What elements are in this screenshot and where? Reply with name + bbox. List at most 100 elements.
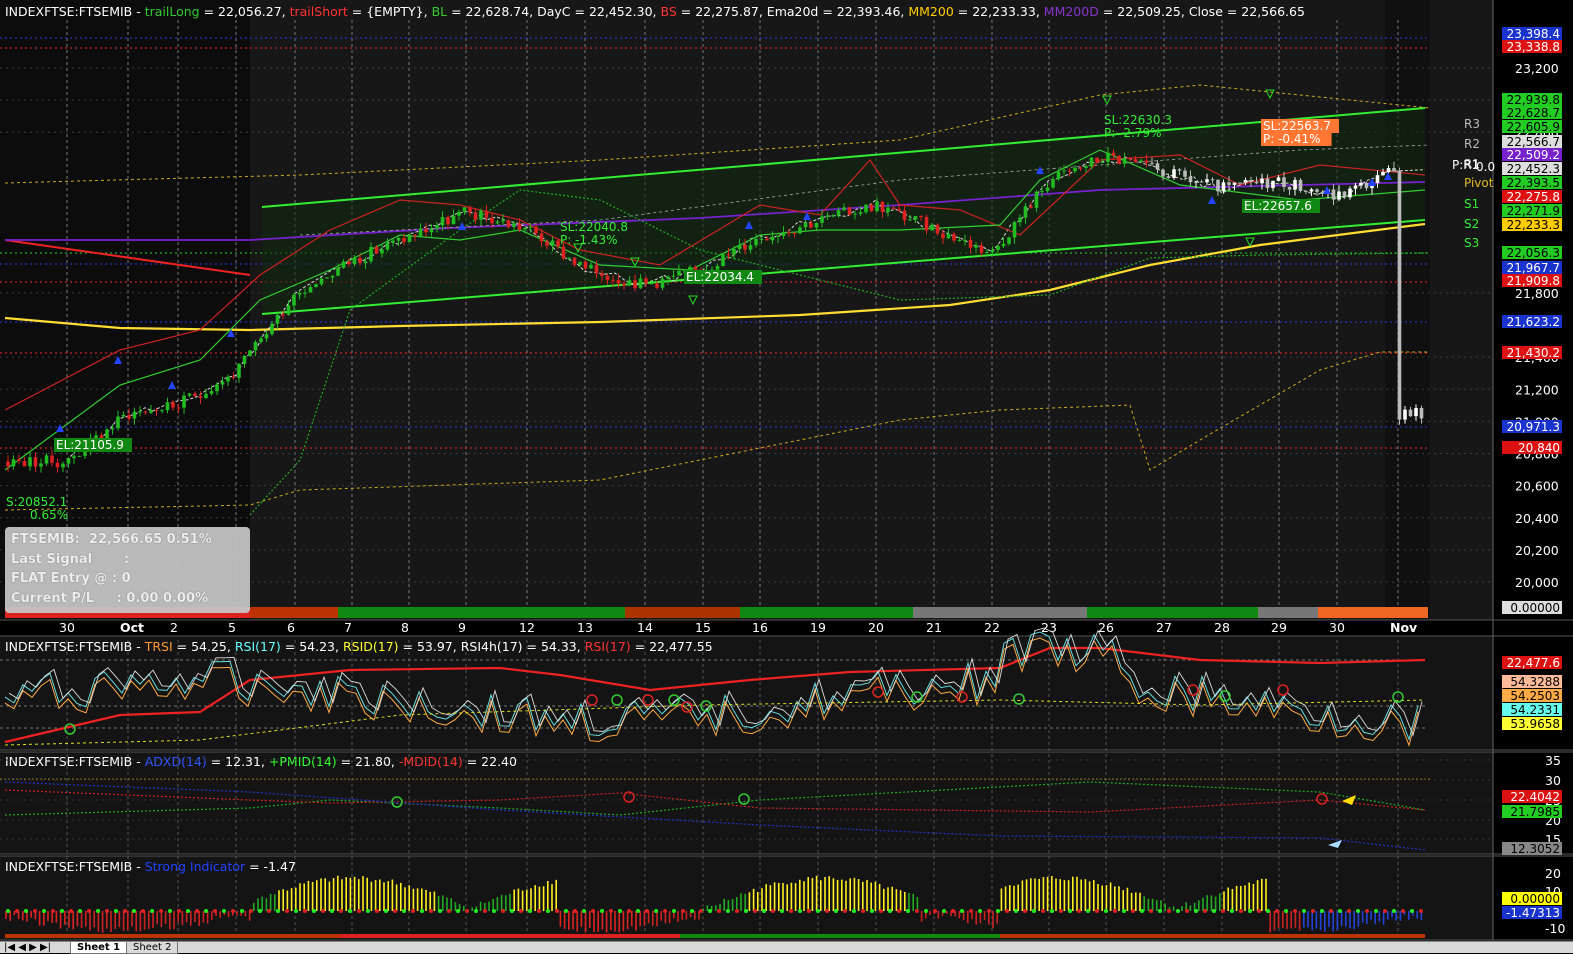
strong-zero-dot <box>861 909 865 913</box>
price-badge: 22,271.9 <box>1502 204 1562 218</box>
strong-zero-dot <box>258 909 262 913</box>
strong-zero-dot <box>186 909 190 913</box>
strong-zero-dot <box>177 909 181 913</box>
strong-zero-dot <box>1095 909 1099 913</box>
candle-body <box>275 314 280 324</box>
bottom-strip-2 <box>680 934 1000 938</box>
candle-body <box>138 411 142 413</box>
candle-body <box>1051 179 1055 188</box>
strong-zero-dot <box>636 909 640 913</box>
status-strip-segment-5 <box>913 607 1087 618</box>
first-sheet-arrow-icon[interactable]: |◀ ◀ ▶ ▶| <box>4 942 51 953</box>
x-label-3: 5 <box>228 620 236 635</box>
strong-zero-dot <box>735 909 739 913</box>
price-badge-value: 22,233.3 <box>1507 218 1560 232</box>
strong-zero-dot <box>537 909 541 913</box>
candle-body <box>1364 182 1369 189</box>
price-badge-value: 22,628.7 <box>1507 106 1560 120</box>
candle-body <box>242 355 247 364</box>
x-label-19: 27 <box>1156 620 1172 635</box>
candle-body <box>1056 171 1061 180</box>
candle-body <box>429 228 434 233</box>
candle-body <box>1408 409 1413 417</box>
strong-zero-dot <box>519 909 523 913</box>
candle-body <box>259 338 263 343</box>
x-label-7: 9 <box>458 620 466 635</box>
candle-body <box>655 283 659 288</box>
strong-zero-dot <box>870 909 874 913</box>
candle-body <box>660 278 665 288</box>
candle-body <box>622 283 626 286</box>
candle-body <box>792 232 797 234</box>
strong-zero-dot <box>978 909 982 913</box>
adx-header-part: = 21.80, <box>337 754 399 769</box>
strong-zero-dot <box>1275 909 1279 913</box>
adx-header-part: +PMID(14) <box>269 754 337 769</box>
candle-body <box>325 277 329 279</box>
x-label-17: 23 <box>1041 620 1057 635</box>
annotation-label-1: S:20852.1 <box>6 495 67 509</box>
price-header-part: = 22,056.27, <box>200 4 290 19</box>
candle-body <box>72 456 76 459</box>
strong-zero-dot <box>249 909 253 913</box>
strong-header-part: Strong Indicator <box>145 859 246 874</box>
strong-zero-dot <box>717 909 721 913</box>
strong-zero-dot <box>1266 909 1270 913</box>
candle-body <box>776 235 780 237</box>
candle-body <box>1403 409 1407 420</box>
tab-sheet-2[interactable]: Sheet 2 <box>126 942 179 954</box>
candle-body <box>1007 237 1011 244</box>
strong-zero-dot <box>1077 909 1081 913</box>
adx-header-part: = 12.31, <box>207 754 269 769</box>
strong-y-tick-0: 20 <box>1545 866 1561 881</box>
price-badge-value: 20,840 <box>1518 441 1560 455</box>
strong-zero-dot <box>960 909 964 913</box>
candle-body <box>1397 170 1402 420</box>
strong-zero-dot <box>96 909 100 913</box>
adx-badge: 21.7985 <box>1502 805 1562 819</box>
candle-body <box>1089 157 1094 167</box>
candle-body <box>638 278 643 289</box>
pivot-label-pivot: Pivot <box>1464 176 1494 190</box>
strong-zero-dot <box>366 909 370 913</box>
candle-body <box>941 233 945 239</box>
strong-badge-value: -1.47313 <box>1506 906 1560 920</box>
candle-body <box>1287 186 1292 190</box>
candle-body <box>919 215 923 218</box>
candle-body <box>528 226 533 228</box>
candle-body <box>946 233 951 239</box>
candle-body <box>589 264 593 269</box>
rsi-badge: 54.2331 <box>1502 703 1562 717</box>
candle-body <box>336 267 340 276</box>
price-header-part: INDEXFTSE:FTSEMIB - <box>5 4 145 19</box>
candle-body <box>160 410 164 412</box>
candle-body <box>308 287 313 293</box>
candle-body <box>1210 179 1215 181</box>
strong-zero-dot <box>1374 909 1378 913</box>
candle-body <box>732 249 736 255</box>
candle-body <box>1045 187 1050 192</box>
candle-body <box>726 254 731 256</box>
strong-zero-dot <box>438 909 442 913</box>
x-label-9: 13 <box>577 620 593 635</box>
candle-body <box>820 216 824 223</box>
candle-body <box>1254 181 1259 184</box>
candle-body <box>154 410 159 412</box>
strong-zero-dot <box>1410 909 1414 913</box>
candle-body <box>1304 190 1308 192</box>
strong-zero-dot <box>132 909 136 913</box>
strong-zero-dot <box>879 909 883 913</box>
price-badge: 22,452.3 <box>1502 162 1562 176</box>
y-tick-label-9: 20,400 <box>1515 511 1559 526</box>
candle-body <box>468 207 472 213</box>
candle-body <box>787 232 791 234</box>
tab-sheet-1[interactable]: Sheet 1 <box>70 942 128 954</box>
candle-body <box>127 414 131 419</box>
strong-zero-dot <box>402 909 406 913</box>
strong-zero-dot <box>60 909 64 913</box>
strong-zero-dot <box>1248 909 1252 913</box>
strong-zero-dot <box>1104 909 1108 913</box>
strong-zero-dot <box>582 909 586 913</box>
strong-zero-dot <box>420 909 424 913</box>
price-badge-value: 22,271.9 <box>1507 204 1560 218</box>
